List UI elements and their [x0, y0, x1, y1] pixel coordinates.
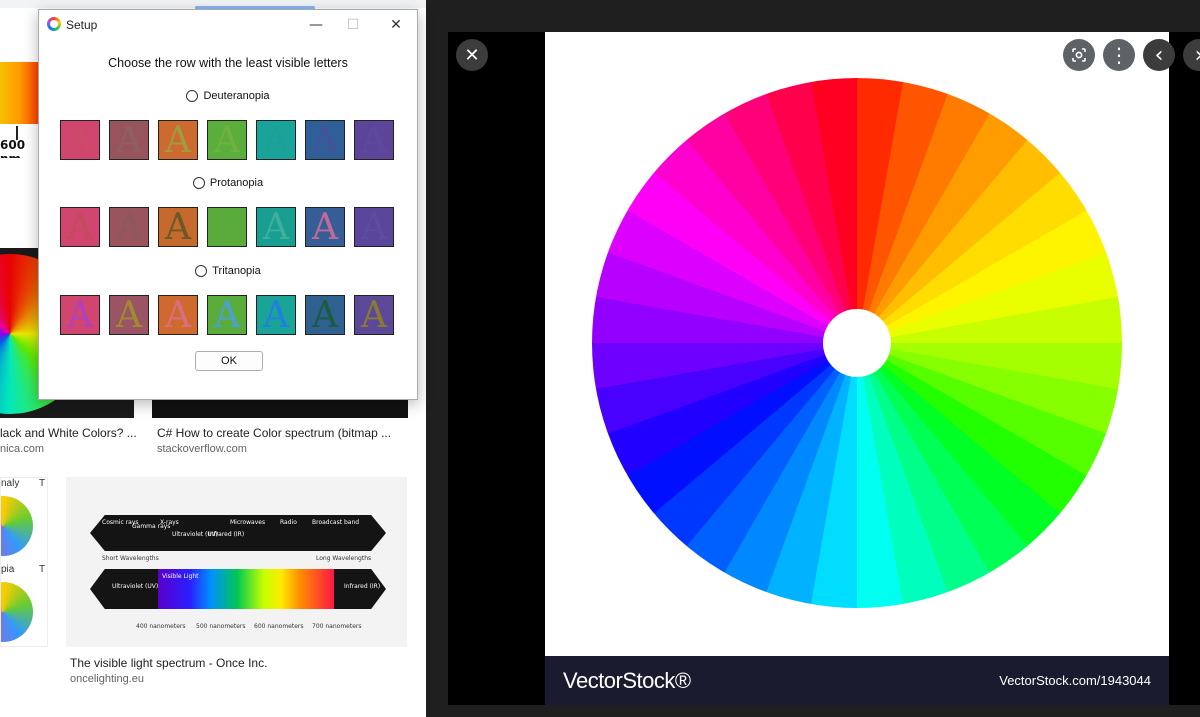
color-test-swatch: A [109, 120, 149, 160]
color-test-swatch: A [256, 120, 296, 160]
viewer-canvas: VectorStock® VectorStock.com/1943044 [448, 32, 1200, 705]
result-source[interactable]: nica.com [0, 443, 44, 455]
option-label: Tritanopia [212, 265, 261, 277]
em-label: Broadcast band [312, 519, 360, 526]
close-icon[interactable]: ✕ [385, 14, 407, 36]
thumb-label: naly [1, 478, 20, 489]
lens-glyph [1072, 48, 1086, 62]
color-test-swatch: A [305, 207, 345, 247]
em-label: Infrared (IR) [344, 583, 381, 590]
setup-dialog: Setup — ☐ ✕ Choose the row with the leas… [38, 9, 418, 400]
option-label: Protanopia [209, 177, 264, 189]
em-label: Long Wavelengths [316, 555, 372, 562]
em-label: Radio [280, 519, 297, 526]
preview-image[interactable]: VectorStock® VectorStock.com/1943044 [545, 32, 1169, 705]
em-label: X-rays [160, 519, 179, 526]
em-label: Microwaves [230, 519, 266, 526]
close-icon[interactable]: ✕ [456, 39, 488, 71]
result-source[interactable]: oncelighting.eu [70, 673, 144, 685]
watermark-bar: VectorStock® VectorStock.com/1943044 [545, 656, 1169, 705]
color-test-swatch: A [305, 295, 345, 335]
color-test-swatch: A [354, 120, 394, 160]
thumb-label: pia [1, 564, 15, 575]
swatch-row-deuteranopia: AAAAAAA [60, 120, 398, 160]
previous-image-icon[interactable]: ‹ [1143, 39, 1175, 71]
google-lens-icon[interactable] [1063, 39, 1095, 71]
title-bar[interactable]: Setup — ☐ ✕ [39, 10, 417, 40]
color-test-swatch: A [207, 207, 247, 247]
thumb-label: T [39, 478, 46, 489]
screen: 600 nm lack and White Colors? ... nica.c… [0, 0, 1200, 717]
color-test-swatch: A [60, 295, 100, 335]
ok-button[interactable]: OK [195, 351, 263, 371]
small-color-wheel [1, 496, 33, 556]
color-test-swatch: A [354, 295, 394, 335]
color-test-swatch: A [109, 207, 149, 247]
option-protanopia[interactable]: Protanopia [39, 177, 417, 189]
small-color-wheel [1, 582, 33, 642]
color-test-swatch: A [207, 120, 247, 160]
minimize-icon[interactable]: — [305, 14, 327, 36]
color-test-swatch: A [305, 120, 345, 160]
color-test-swatch: A [60, 120, 100, 160]
result-title[interactable]: lack and White Colors? ... [0, 426, 137, 440]
color-wheel-center [823, 309, 891, 377]
dialog-prompt: Choose the row with the least visible le… [108, 56, 348, 70]
result-source[interactable]: stackoverflow.com [157, 443, 247, 455]
radio-button[interactable] [192, 177, 205, 189]
color-test-swatch: A [158, 120, 198, 160]
color-test-swatch: A [256, 207, 296, 247]
color-test-swatch: A [158, 207, 198, 247]
color-test-swatch: A [207, 295, 247, 335]
more-options-icon[interactable]: ⋮ [1103, 39, 1135, 71]
color-test-swatch: A [354, 207, 394, 247]
color-test-swatch: A [60, 207, 100, 247]
result-title[interactable]: The visible light spectrum - Once Inc. [70, 656, 267, 670]
option-deuteranopia[interactable]: Deuteranopia [39, 90, 417, 102]
watermark-url: VectorStock.com/1943044 [999, 673, 1151, 688]
result-thumbnail-small-wheels[interactable]: naly T pia T [0, 477, 48, 647]
radio-button[interactable] [195, 265, 208, 277]
em-label: 500 nanometers [196, 623, 246, 630]
dialog-title: Setup [66, 18, 98, 32]
swatch-row-protanopia: AAAAAAA [60, 207, 398, 247]
em-label: 700 nanometers [312, 623, 362, 630]
color-test-swatch: A [158, 295, 198, 335]
em-label: Infrared (IR) [208, 531, 245, 538]
em-label: Ultraviolet (UV) [112, 583, 159, 590]
watermark-brand: VectorStock® [563, 668, 691, 693]
swatch-row-tritanopia: AAAAAAA [60, 295, 398, 335]
option-label: Deuteranopia [203, 90, 270, 102]
maximize-icon[interactable]: ☐ [342, 14, 364, 36]
top-strip [0, 0, 426, 10]
color-test-swatch: A [256, 295, 296, 335]
option-tritanopia[interactable]: Tritanopia [39, 265, 417, 277]
color-test-swatch: A [109, 295, 149, 335]
em-label: Visible Light [162, 573, 199, 580]
result-title[interactable]: C# How to create Color spectrum (bitmap … [157, 426, 391, 440]
em-label: 600 nanometers [254, 623, 304, 630]
image-viewer: VectorStock® VectorStock.com/1943044 ✕ ⋮… [426, 0, 1200, 717]
app-ring-icon [47, 17, 61, 31]
thumb-label: T [39, 564, 46, 575]
em-label: Short Wavelengths [102, 555, 159, 562]
radio-button[interactable] [186, 90, 199, 102]
em-label: 400 nanometers [136, 623, 186, 630]
result-thumbnail-em-spectrum[interactable]: Cosmic rays Gamma rays X-rays Ultraviole… [66, 477, 407, 647]
